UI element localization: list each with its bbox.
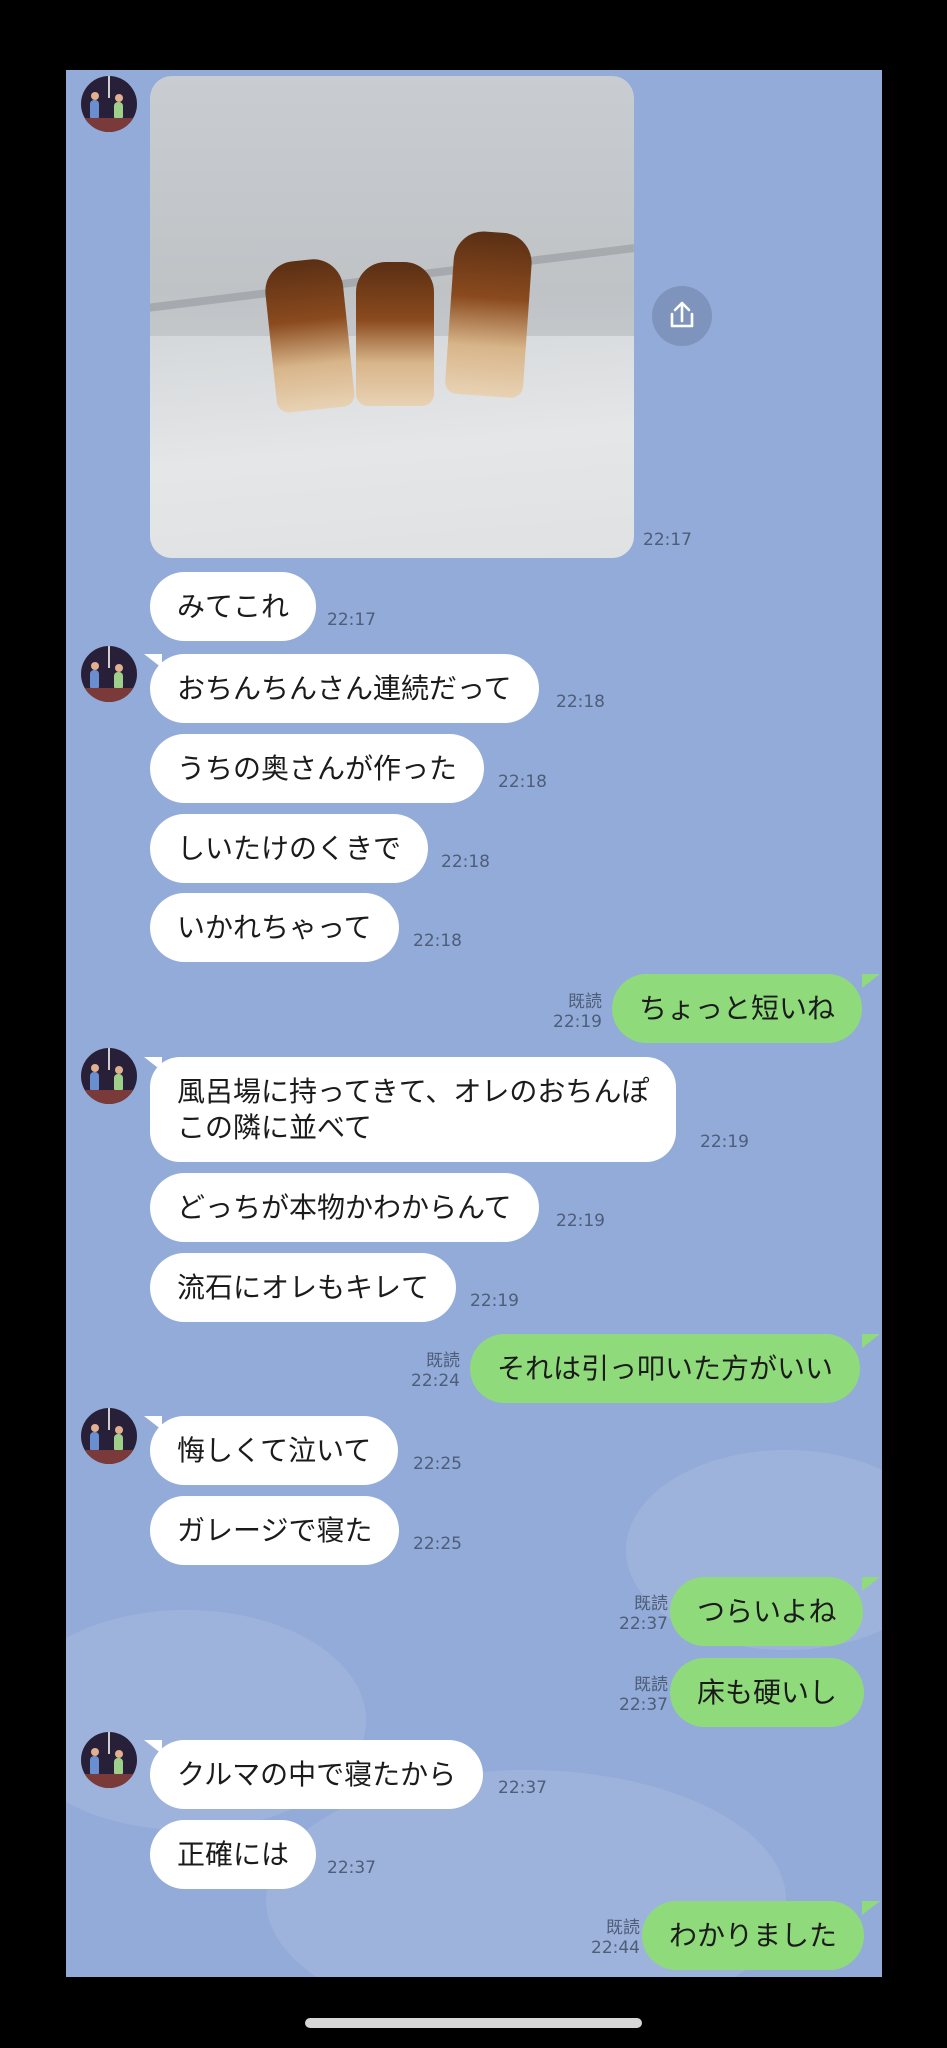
incoming-message[interactable]: おちんちんさん連続だって [150,654,539,723]
message-time: 22:17 [327,610,376,630]
contact-avatar[interactable] [81,76,137,132]
incoming-message[interactable]: 悔しくて泣いて [150,1416,399,1485]
outgoing-message[interactable]: それは引っ叩いた方がいい [470,1334,861,1403]
incoming-message[interactable]: 風呂場に持ってきて、オレのおちんぽ この隣に並べて [150,1057,677,1162]
bubble-tail [862,1901,880,1915]
message-time: 22:18 [498,772,547,792]
outgoing-message[interactable]: ちょっと短いね [612,974,863,1043]
bubble-tail [862,974,880,988]
message-line: 風呂場に持ってきて、オレのおちんぽ [177,1075,650,1108]
share-icon [670,301,694,328]
read-receipt: 既読 [634,1675,668,1695]
read-receipt: 既読 [426,1351,460,1371]
photo-object [444,229,534,399]
message-meta: 既読 22:44 [566,1918,640,1958]
message-time: 22:18 [441,852,490,872]
photo-object [262,256,356,414]
incoming-message[interactable]: いかれちゃって [150,893,399,962]
message-time: 22:37 [619,1695,668,1715]
message-time: 22:37 [498,1778,547,1798]
message-time: 22:19 [700,1132,749,1152]
read-receipt: 既読 [568,992,602,1012]
chat-area: 22:17 みてこれ 22:17 おちんちんさん連続だって 22:18 うちの奥… [66,70,882,1977]
incoming-message[interactable]: クルマの中で寝たから [150,1740,484,1809]
bubble-tail [862,1334,880,1348]
incoming-message[interactable]: うちの奥さんが作った [150,734,485,803]
message-time: 22:25 [413,1454,462,1474]
read-receipt: 既読 [606,1918,640,1938]
bubble-tail [862,1577,880,1591]
message-time: 22:18 [413,931,462,951]
message-meta: 既読 22:24 [386,1351,460,1391]
share-button[interactable] [652,286,712,346]
incoming-message[interactable]: しいたけのくきで [150,814,429,883]
contact-avatar[interactable] [81,1408,137,1464]
message-time: 22:44 [591,1938,640,1958]
message-meta: 既読 22:19 [526,992,602,1032]
message-time: 22:25 [413,1534,462,1554]
incoming-message[interactable]: みてこれ [150,572,317,641]
message-time: 22:24 [411,1371,460,1391]
message-time: 22:37 [327,1858,376,1878]
message-time: 22:17 [643,530,692,550]
incoming-message[interactable]: ガレージで寝た [150,1496,400,1565]
read-receipt: 既読 [634,1594,668,1614]
message-meta: 既読 22:37 [594,1675,668,1715]
message-time: 22:19 [556,1211,605,1231]
contact-avatar[interactable] [81,1732,137,1788]
message-time: 22:37 [619,1614,668,1634]
incoming-message[interactable]: 流石にオレもキレて [150,1253,457,1322]
home-indicator[interactable] [305,2018,642,2028]
photo-object [356,262,434,406]
message-meta: 既読 22:37 [594,1594,668,1634]
outgoing-message[interactable]: 床も硬いし [670,1658,865,1727]
message-time: 22:19 [470,1291,519,1311]
contact-avatar[interactable] [81,1048,137,1104]
contact-avatar[interactable] [81,646,137,702]
incoming-message[interactable]: 正確には [150,1820,317,1889]
outgoing-message[interactable]: つらいよね [670,1577,864,1646]
message-time: 22:19 [553,1012,602,1032]
outgoing-message[interactable]: わかりました [642,1901,865,1970]
incoming-message[interactable]: どっちが本物かわからんて [150,1173,539,1242]
message-line: この隣に並べて [177,1111,372,1144]
photo-message[interactable] [150,76,634,558]
message-time: 22:18 [556,692,605,712]
